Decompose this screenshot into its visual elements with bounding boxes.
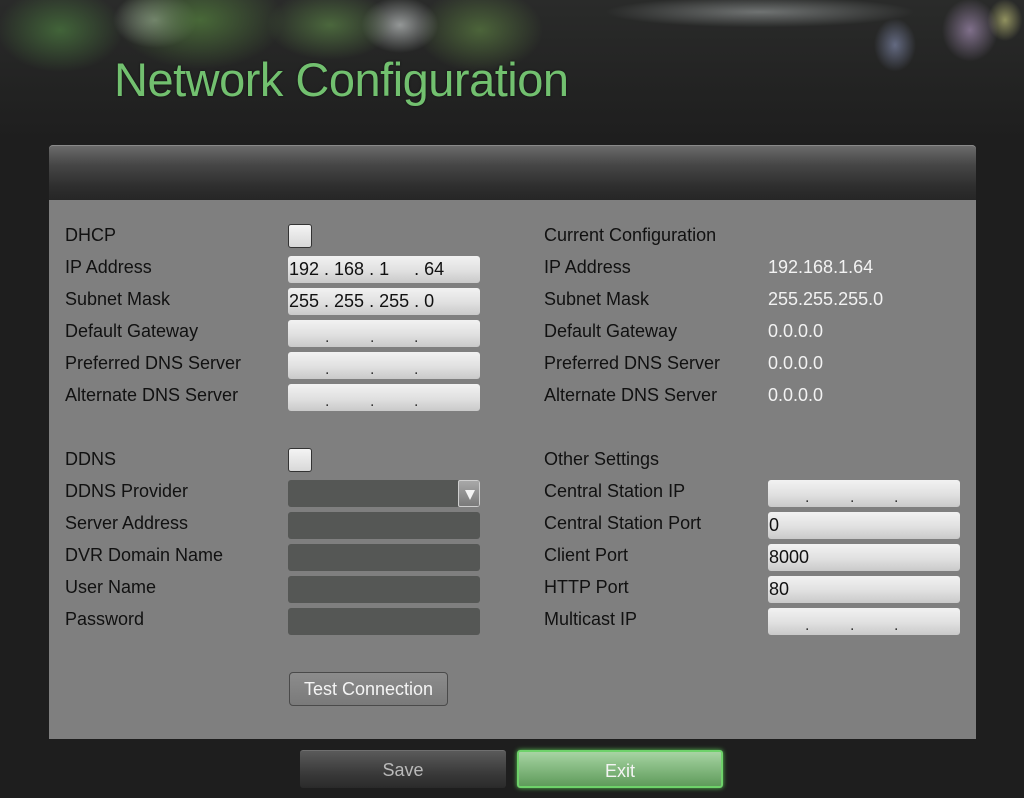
preferred-dns-field[interactable]: ... <box>288 352 480 379</box>
central-station-port-field[interactable]: 0 <box>768 512 960 539</box>
alternate-dns-label: Alternate DNS Server <box>65 385 239 405</box>
password-label: Password <box>65 609 145 629</box>
dhcp-checkbox[interactable] <box>288 224 312 248</box>
ip-address-label: IP Address <box>65 257 152 277</box>
current-subnet-value: 255.255.255.0 <box>768 289 884 309</box>
test-connection-button[interactable]: Test Connection <box>289 672 448 706</box>
password-field[interactable] <box>288 608 480 635</box>
current-ip-label: IP Address <box>544 257 631 277</box>
multicast-ip-label: Multicast IP <box>544 609 638 629</box>
client-port-field[interactable]: 8000 <box>768 544 960 571</box>
current-gateway-value: 0.0.0.0 <box>768 321 824 341</box>
page-title: Network Configuration <box>114 53 569 106</box>
ddns-checkbox[interactable] <box>288 448 312 472</box>
alternate-dns-field[interactable]: ... <box>288 384 480 411</box>
server-address-label: Server Address <box>65 513 189 533</box>
current-alternate-dns-label: Alternate DNS Server <box>544 385 718 405</box>
http-port-field[interactable]: 80 <box>768 576 960 603</box>
subnet-mask-field[interactable]: 255 . 255 . 255 . 0 <box>288 288 480 315</box>
current-preferred-dns-label: Preferred DNS Server <box>544 353 721 373</box>
multicast-ip-field[interactable]: ... <box>768 608 960 635</box>
current-gateway-label: Default Gateway <box>544 321 678 341</box>
dhcp-label: DHCP <box>65 225 117 245</box>
ddns-provider-label: DDNS Provider <box>65 481 189 501</box>
ip-separators: ... <box>325 329 419 346</box>
ddns-label: DDNS <box>65 449 117 469</box>
ip-separators: ... <box>805 489 899 506</box>
current-ip-value: 192.168.1.64 <box>768 257 874 277</box>
domain-name-label: DVR Domain Name <box>65 545 224 565</box>
other-settings-heading: Other Settings <box>544 449 660 469</box>
dropdown-arrow-icon[interactable] <box>458 480 480 507</box>
ip-address-field[interactable]: 192 . 168 . 1 . 64 <box>288 256 480 283</box>
server-address-field[interactable] <box>288 512 480 539</box>
config-panel <box>49 145 976 739</box>
default-gateway-field[interactable]: ... <box>288 320 480 347</box>
user-name-field[interactable] <box>288 576 480 603</box>
ip-separators: ... <box>325 393 419 410</box>
central-station-ip-label: Central Station IP <box>544 481 686 501</box>
ddns-provider-select[interactable]: IpServer <box>288 480 480 507</box>
subnet-mask-label: Subnet Mask <box>65 289 171 309</box>
preferred-dns-label: Preferred DNS Server <box>65 353 242 373</box>
current-preferred-dns-value: 0.0.0.0 <box>768 353 824 373</box>
current-subnet-label: Subnet Mask <box>544 289 650 309</box>
http-port-label: HTTP Port <box>544 577 629 597</box>
exit-button[interactable]: Exit <box>517 750 723 788</box>
central-station-port-label: Central Station Port <box>544 513 702 533</box>
ip-separators: ... <box>805 617 899 634</box>
current-alternate-dns-value: 0.0.0.0 <box>768 385 824 405</box>
current-config-heading: Current Configuration <box>544 225 717 245</box>
domain-name-field[interactable] <box>288 544 480 571</box>
default-gateway-label: Default Gateway <box>65 321 199 341</box>
client-port-label: Client Port <box>544 545 629 565</box>
central-station-ip-field[interactable]: ... <box>768 480 960 507</box>
user-name-label: User Name <box>65 577 157 597</box>
save-button[interactable]: Save <box>300 750 506 788</box>
panel-header <box>49 145 976 200</box>
ip-separators: ... <box>325 361 419 378</box>
